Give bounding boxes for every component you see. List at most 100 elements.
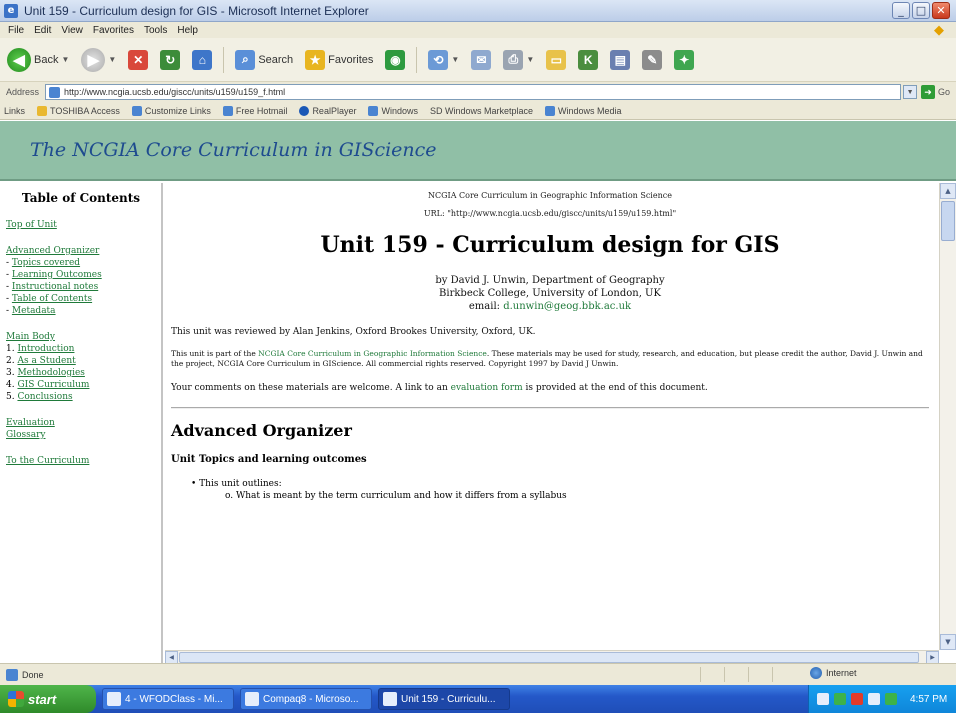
forward-dropdown-icon[interactable]: ▼ — [108, 55, 116, 64]
toc-link-top-of-unit[interactable]: Top of Unit — [6, 219, 161, 231]
security-icon[interactable] — [834, 693, 846, 705]
back-label: Back — [34, 53, 59, 66]
msn-button[interactable]: ✦ — [671, 45, 697, 75]
link-realplayer[interactable]: RealPlayer — [299, 105, 357, 116]
maximize-button[interactable]: □ — [912, 2, 930, 19]
horizontal-scrollbar[interactable]: ◀ ▶ — [165, 650, 939, 664]
email-link[interactable]: d.unwin@geog.bbk.ac.uk — [503, 301, 631, 312]
toc-link-learning-outcomes[interactable]: Learning Outcomes — [12, 270, 102, 280]
toc-link-table-of-contents[interactable]: Table of Contents — [12, 294, 92, 304]
toc-link-advanced-organizer[interactable]: Advanced Organizer — [6, 245, 161, 257]
byline-email-line: email: d.unwin@geog.bbk.ac.uk — [171, 300, 929, 313]
toc-link-gis-curriculum[interactable]: GIS Curriculum — [17, 380, 89, 390]
link-toshiba-access[interactable]: TOSHIBA Access — [37, 105, 120, 116]
back-dropdown-icon[interactable]: ▼ — [61, 55, 69, 64]
toc-link-conclusions[interactable]: Conclusions — [17, 392, 72, 402]
menu-view[interactable]: View — [61, 25, 83, 36]
back-button[interactable]: ◀ Back ▼ — [4, 45, 72, 75]
alert-icon[interactable] — [851, 693, 863, 705]
wireless-icon[interactable] — [885, 693, 897, 705]
address-input[interactable]: http://www.ncgia.ucsb.edu/giscc/units/u1… — [45, 84, 902, 100]
header-line: NCGIA Core Curriculum in Geographic Info… — [428, 191, 672, 200]
scroll-up-icon[interactable]: ▲ — [940, 183, 956, 199]
toc-item: - Learning Outcomes — [6, 270, 102, 280]
taskbar-item-active[interactable]: Unit 159 - Curriculu... — [378, 688, 510, 710]
taskbar-item[interactable]: 4 - WFODClass - Mi... — [102, 688, 234, 710]
toc-link-main-body[interactable]: Main Body — [6, 331, 161, 343]
star-icon: ★ — [305, 49, 326, 70]
toc-link-glossary[interactable]: Glossary — [6, 429, 161, 441]
list-item-text: What is meant by the term curriculum and… — [236, 491, 567, 501]
evaluation-form-link[interactable]: evaluation form — [451, 383, 523, 393]
discuss-button[interactable]: ✎ — [639, 45, 665, 75]
toc-link-to-the-curriculum[interactable]: To the Curriculum — [6, 455, 161, 467]
security-zone: Internet — [810, 667, 857, 679]
link-label: Windows — [381, 105, 418, 116]
taskbar-item[interactable]: Compaq8 - Microso... — [240, 688, 372, 710]
window-titlebar: e Unit 159 - Curriculum design for GIS -… — [0, 0, 956, 22]
comments-note: Your comments on these materials are wel… — [171, 383, 929, 393]
toc-item: - Topics covered — [6, 258, 81, 268]
toc-link-metadata[interactable]: Metadata — [12, 306, 56, 316]
print-button[interactable]: ⎙ ▼ — [500, 45, 537, 75]
copyright-note: This unit is part of the NCGIA Core Curr… — [171, 349, 929, 369]
start-button[interactable]: start — [0, 685, 96, 713]
media-button[interactable]: ◉ — [382, 45, 408, 75]
link-label: RealPlayer — [312, 105, 357, 116]
link-windows-media[interactable]: Windows Media — [545, 105, 622, 116]
close-button[interactable]: ✕ — [932, 2, 950, 19]
mail-button[interactable]: ✉ — [468, 45, 494, 75]
menu-bar: File Edit View Favorites Tools Help ◆ — [0, 22, 956, 38]
comments-prefix: Your comments on these materials are wel… — [171, 383, 448, 393]
address-dropdown-icon[interactable]: ▼ — [903, 85, 918, 99]
link-free-hotmail[interactable]: Free Hotmail — [222, 105, 287, 116]
start-label: start — [28, 691, 57, 707]
network-icon[interactable] — [817, 693, 829, 705]
favorites-label: Favorites — [328, 53, 374, 66]
home-button[interactable]: ⌂ — [189, 45, 215, 75]
menu-tools[interactable]: Tools — [144, 25, 167, 36]
minimize-button[interactable]: _ — [892, 2, 910, 19]
history-dropdown-icon[interactable]: ▼ — [451, 55, 459, 64]
vertical-scrollbar[interactable]: ▲ ▼ — [939, 183, 956, 650]
toc-link-introduction[interactable]: Introduction — [17, 344, 74, 354]
media-icon: ◉ — [385, 49, 406, 70]
print-dropdown-icon[interactable]: ▼ — [526, 55, 534, 64]
toc-link-as-a-student[interactable]: As a Student — [17, 356, 75, 366]
messenger-button[interactable]: K — [575, 45, 601, 75]
scroll-thumb[interactable] — [179, 652, 919, 663]
scroll-thumb[interactable] — [941, 201, 955, 241]
menu-edit[interactable]: Edit — [34, 25, 51, 36]
menu-favorites[interactable]: Favorites — [93, 25, 134, 36]
core-curriculum-link[interactable]: NCGIA Core Curriculum in Geographic Info… — [258, 349, 487, 358]
toc-heading: Table of Contents — [21, 191, 141, 205]
toc-link-evaluation[interactable]: Evaluation — [6, 417, 161, 429]
refresh-button[interactable]: ↻ — [157, 45, 183, 75]
link-windows-marketplace[interactable]: SD Windows Marketplace — [430, 106, 533, 116]
scroll-down-icon[interactable]: ▼ — [940, 634, 956, 650]
toc-item: 2. As a Student — [6, 356, 76, 366]
list-item-text: This unit outlines: — [199, 479, 282, 489]
stop-button[interactable]: ✕ — [125, 45, 151, 75]
toc-link-topics-covered[interactable]: Topics covered — [12, 258, 80, 268]
link-windows[interactable]: Windows — [368, 105, 418, 116]
research-button[interactable]: ▤ — [607, 45, 633, 75]
forward-button[interactable]: ▶ ▼ — [78, 45, 119, 75]
toc-link-instructional-notes[interactable]: Instructional notes — [12, 282, 98, 292]
favorites-button[interactable]: ★ Favorites — [302, 45, 376, 75]
toc-link-methodologies[interactable]: Methodologies — [17, 368, 84, 378]
taskbar-item-label: 4 - WFODClass - Mi... — [125, 693, 223, 705]
menu-help[interactable]: Help — [177, 25, 198, 36]
internet-explorer-icon: e — [4, 3, 18, 18]
go-button[interactable]: ➜ Go — [921, 85, 950, 99]
volume-icon[interactable] — [868, 693, 880, 705]
history-button[interactable]: ⟲ ▼ — [425, 45, 462, 75]
ie-page-icon — [222, 105, 233, 116]
print-icon: ⎙ — [503, 49, 524, 70]
menu-file[interactable]: File — [8, 25, 24, 36]
link-label: TOSHIBA Access — [50, 105, 120, 116]
link-customize-links[interactable]: Customize Links — [131, 105, 211, 116]
folder-button[interactable]: ▭ — [543, 45, 569, 75]
folder-icon — [37, 105, 48, 116]
search-button[interactable]: ⌕ Search — [232, 45, 296, 75]
